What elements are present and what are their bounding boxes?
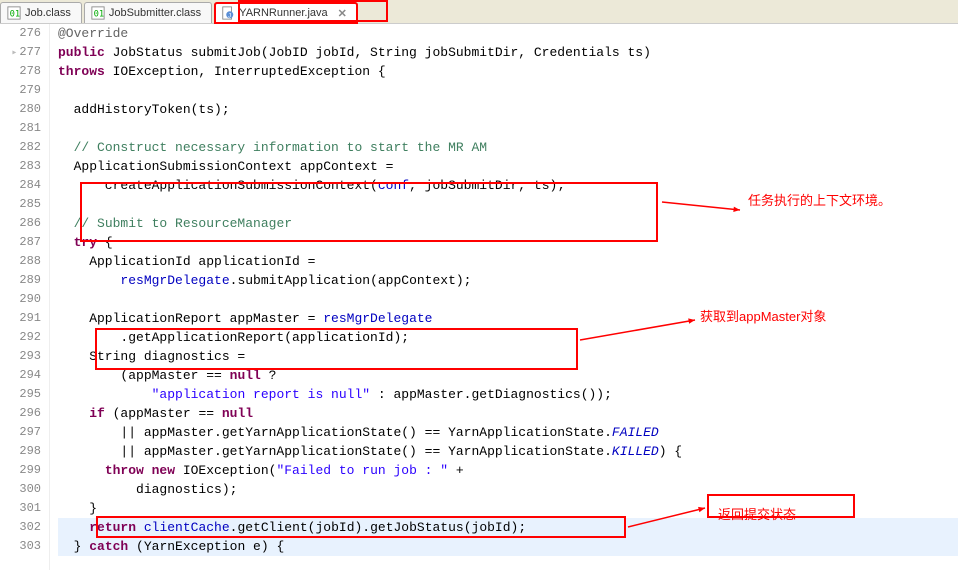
code-line[interactable]: ApplicationSubmissionContext appContext … (58, 157, 958, 176)
code-line[interactable]: try { (58, 233, 958, 252)
line-number: 296 (0, 404, 41, 423)
line-number: 285 (0, 195, 41, 214)
tab-label: Job.class (25, 7, 71, 19)
line-number: 288 (0, 252, 41, 271)
class-file-icon: 01 (91, 6, 105, 20)
code-line[interactable]: "application report is null" : appMaster… (58, 385, 958, 404)
line-number: 284 (0, 176, 41, 195)
code-line[interactable] (58, 119, 958, 138)
tab-yarnrunner-java[interactable]: J YARNRunner.java ✕ (214, 2, 358, 24)
code-line[interactable]: String diagnostics = (58, 347, 958, 366)
line-number: 294 (0, 366, 41, 385)
line-number: 278 (0, 62, 41, 81)
line-number: 290 (0, 290, 41, 309)
line-number: 283 (0, 157, 41, 176)
line-number: 277 (0, 43, 41, 62)
line-number: 287 (0, 233, 41, 252)
java-file-icon: J (221, 6, 235, 20)
code-content[interactable]: @Overridepublic JobStatus submitJob(JobI… (50, 24, 958, 570)
code-line[interactable]: ApplicationId applicationId = (58, 252, 958, 271)
editor-area: 2762772782792802812822832842852862872882… (0, 24, 958, 570)
line-number: 279 (0, 81, 41, 100)
line-number: 301 (0, 499, 41, 518)
line-number: 293 (0, 347, 41, 366)
line-number: 298 (0, 442, 41, 461)
tab-label: YARNRunner.java (239, 7, 327, 19)
code-line[interactable]: // Submit to ResourceManager (58, 214, 958, 233)
line-number: 280 (0, 100, 41, 119)
line-number: 295 (0, 385, 41, 404)
line-number: 282 (0, 138, 41, 157)
tab-job-class[interactable]: 01 Job.class (0, 2, 82, 23)
code-line[interactable]: // Construct necessary information to st… (58, 138, 958, 157)
line-number: 281 (0, 119, 41, 138)
code-line[interactable]: .getApplicationReport(applicationId); (58, 328, 958, 347)
code-line[interactable]: || appMaster.getYarnApplicationState() =… (58, 423, 958, 442)
line-number: 299 (0, 461, 41, 480)
line-number: 292 (0, 328, 41, 347)
line-number: 291 (0, 309, 41, 328)
code-line[interactable]: diagnostics); (58, 480, 958, 499)
line-number: 286 (0, 214, 41, 233)
code-line[interactable]: @Override (58, 24, 958, 43)
svg-text:01: 01 (93, 10, 104, 20)
line-number: 297 (0, 423, 41, 442)
tab-jobsubmitter-class[interactable]: 01 JobSubmitter.class (84, 2, 212, 23)
class-file-icon: 01 (7, 6, 21, 20)
code-line[interactable] (58, 81, 958, 100)
code-line[interactable]: throw new IOException("Failed to run job… (58, 461, 958, 480)
code-line[interactable]: (appMaster == null ? (58, 366, 958, 385)
tab-label: JobSubmitter.class (109, 7, 201, 19)
line-number: 300 (0, 480, 41, 499)
annotation-text: 获取到appMaster对象 (700, 306, 826, 325)
line-number: 303 (0, 537, 41, 556)
line-number: 276 (0, 24, 41, 43)
code-line[interactable]: resMgrDelegate.submitApplication(appCont… (58, 271, 958, 290)
code-line[interactable]: public JobStatus submitJob(JobID jobId, … (58, 43, 958, 62)
close-icon[interactable]: ✕ (338, 7, 347, 20)
code-line[interactable]: throws IOException, InterruptedException… (58, 62, 958, 81)
code-line[interactable]: addHistoryToken(ts); (58, 100, 958, 119)
annotation-text: 任务执行的上下文环境。 (748, 190, 891, 209)
code-line[interactable]: || appMaster.getYarnApplicationState() =… (58, 442, 958, 461)
line-number-gutter: 2762772782792802812822832842852862872882… (0, 24, 50, 570)
code-line[interactable]: if (appMaster == null (58, 404, 958, 423)
svg-text:01: 01 (10, 10, 21, 20)
line-number: 289 (0, 271, 41, 290)
annotation-text: 返回提交状态 (718, 504, 796, 523)
svg-text:J: J (228, 12, 231, 19)
code-line[interactable]: } catch (YarnException e) { (58, 537, 958, 556)
line-number: 302 (0, 518, 41, 537)
code-line[interactable]: return clientCache.getClient(jobId).getJ… (58, 518, 958, 537)
editor-tabs: 01 Job.class 01 JobSubmitter.class J YARNRunn… (0, 0, 958, 24)
code-line[interactable]: } (58, 499, 958, 518)
